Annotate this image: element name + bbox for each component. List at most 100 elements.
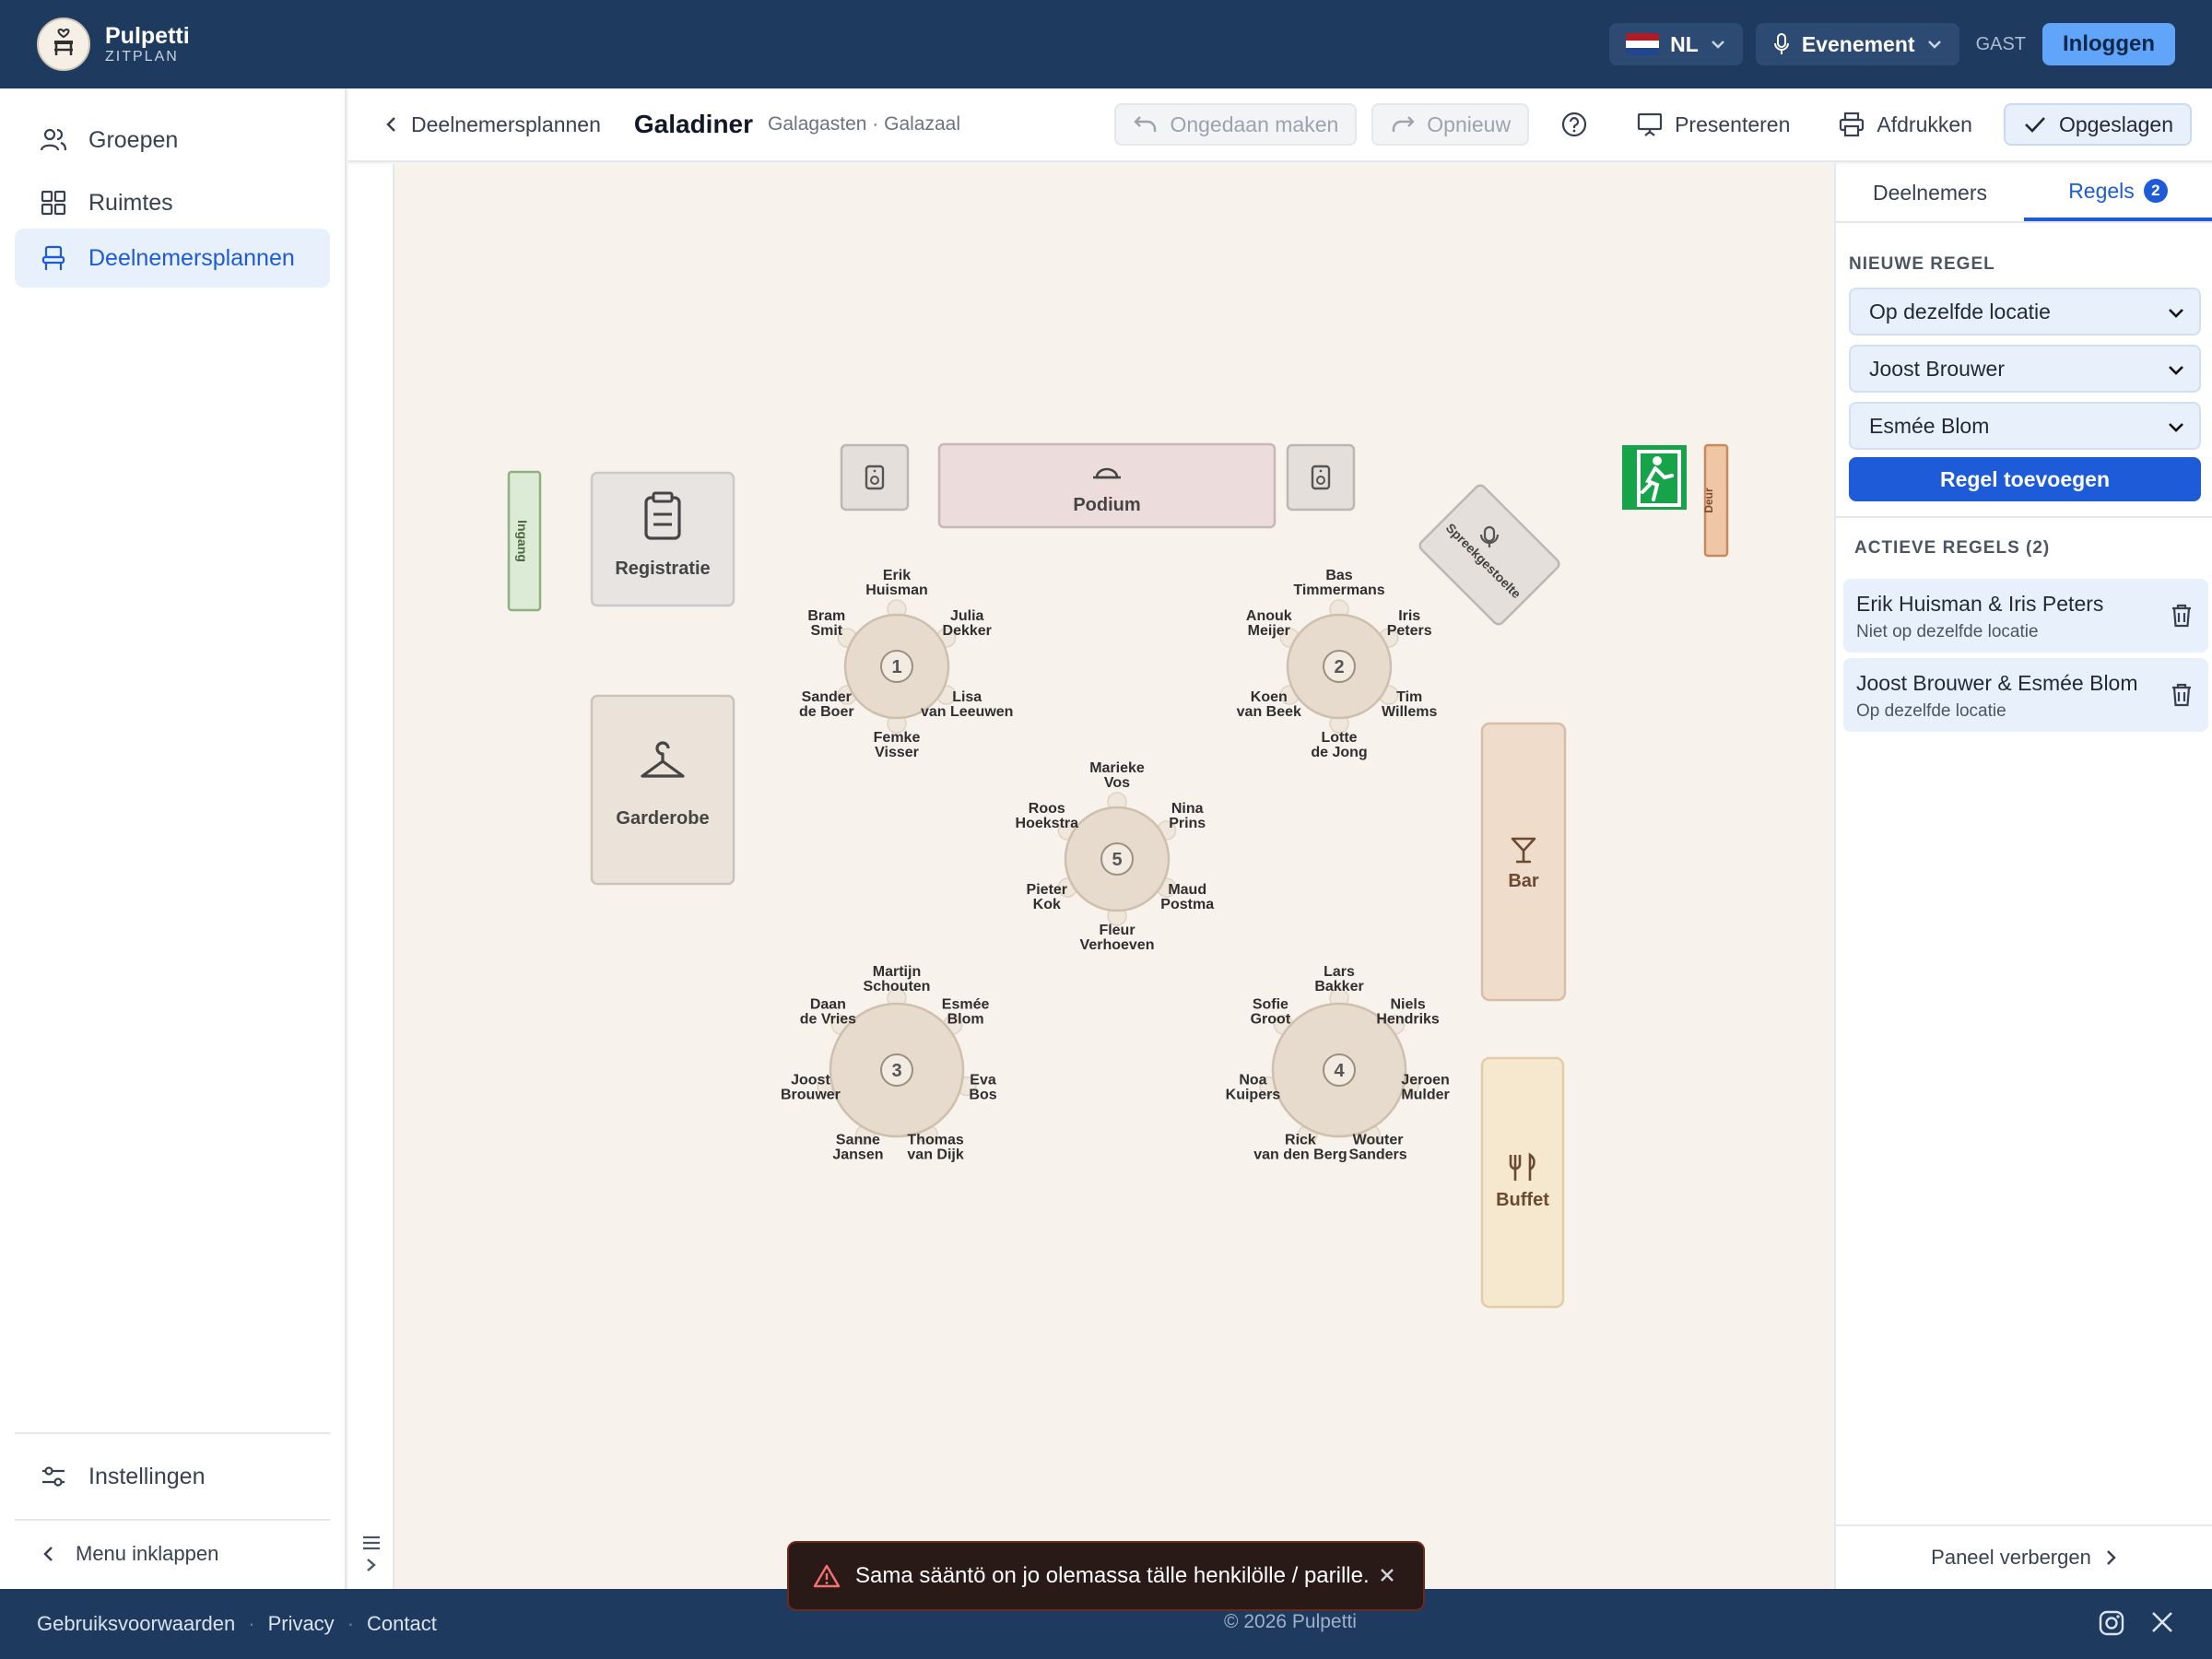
help-button[interactable] xyxy=(1544,103,1605,146)
collapse-menu-button[interactable]: Menu inklappen xyxy=(15,1535,330,1572)
tab-participants[interactable]: Deelnemers xyxy=(1836,164,2024,221)
undo-button[interactable]: Ongedaan maken xyxy=(1114,103,1358,146)
stage-fixture[interactable]: Podium xyxy=(937,442,1277,529)
rule-type-value: Op dezelfde locatie xyxy=(1869,299,2051,324)
guest-name[interactable]: Bram Smit xyxy=(807,608,845,639)
collapse-menu-label: Menu inklappen xyxy=(76,1542,219,1565)
language-label: NL xyxy=(1670,31,1699,56)
round-table[interactable]: 2Bas TimmermansIris PetersTim WillemsLotte d… xyxy=(1237,568,1438,760)
guest-name-line: Meijer xyxy=(1248,623,1290,639)
round-table[interactable]: 3 Martijn Schouten Esmée Blom Eva Bos Thomas van… xyxy=(781,964,997,1162)
rule-card: Joost Brouwer & Esmée Blom Op dezelfde l… xyxy=(1843,658,2208,732)
entrance-fixture[interactable]: Ingang xyxy=(507,470,542,612)
guest-name-line: Femke xyxy=(874,730,921,746)
x-twitter-icon[interactable] xyxy=(2149,1609,2175,1635)
brand-logo[interactable] xyxy=(37,18,90,71)
buffet-fixture[interactable]: Buffet xyxy=(1480,1056,1565,1309)
sidebar-item-groups[interactable]: Groepen xyxy=(15,111,330,170)
panel-toggle-icon[interactable] xyxy=(360,1532,382,1587)
round-table[interactable]: 1 Erik Huisman Julia Dekker Lisa van LeeuwenFe… xyxy=(799,568,1013,760)
round-table[interactable]: 5 Marieke Vos Nina Prins Maud PostmaFleur Verho… xyxy=(1016,760,1215,953)
add-rule-button[interactable]: Regel toevoegen xyxy=(1849,457,2201,501)
mode-select[interactable]: Evenement xyxy=(1755,23,1959,65)
login-button[interactable]: Inloggen xyxy=(2042,23,2175,65)
table-number: 4 xyxy=(1334,1061,1345,1081)
guest-name-line: Hoekstra xyxy=(1016,816,1079,831)
guest-name[interactable]: Sofie Groot xyxy=(1251,997,1291,1028)
lectern-fixture[interactable]: Spreekgestoelte xyxy=(1418,483,1561,627)
cloakroom-fixture[interactable]: Garderobe xyxy=(590,694,735,886)
guest-name-line: Postma xyxy=(1160,897,1214,912)
footer-link-terms[interactable]: Gebruiksvoorwaarden xyxy=(37,1612,235,1636)
rule-names: Erik Huisman & Iris Peters xyxy=(1856,592,2104,616)
emergency-exit-sign xyxy=(1622,445,1687,510)
rule-type-select[interactable]: Op dezelfde locatie xyxy=(1849,288,2201,335)
person-b-select[interactable]: Esmée Blom xyxy=(1849,402,2201,450)
guest-name[interactable]: Sander de Boer xyxy=(799,689,854,720)
guest-name[interactable]: Erik Huisman xyxy=(865,568,928,598)
guest-name-line: Jansen xyxy=(832,1147,883,1162)
guest-name[interactable]: Pieter Kok xyxy=(1027,882,1067,912)
guest-name[interactable]: Wouter Sanders xyxy=(1349,1132,1407,1162)
floorplan-canvas[interactable]: Ingang Registratie Garderobe Podium Spre… xyxy=(394,164,1832,1589)
trash-icon[interactable] xyxy=(2170,603,2194,629)
guest-name[interactable]: Niels Hendriks xyxy=(1376,997,1440,1028)
guest-name[interactable]: Iris Peters xyxy=(1387,608,1432,639)
table-number: 5 xyxy=(1112,850,1122,870)
back-to-plans-link[interactable]: Deelnemersplannen xyxy=(385,112,601,137)
users-icon xyxy=(40,128,67,151)
trash-icon[interactable] xyxy=(2170,682,2194,708)
panel-divider xyxy=(1836,516,2212,518)
guest-name[interactable]: Daan de Vries xyxy=(800,997,856,1028)
guest-name-line: Smit xyxy=(810,623,842,639)
sidebar-item-rooms[interactable]: Ruimtes xyxy=(15,173,330,232)
redo-button[interactable]: Opnieuw xyxy=(1371,103,1530,146)
chevron-right-icon xyxy=(2106,1550,2116,1565)
footer-link-privacy[interactable]: Privacy xyxy=(268,1612,335,1636)
guest-name[interactable]: Martijn Schouten xyxy=(864,964,931,994)
guest-name[interactable]: Bas Timmermans xyxy=(1293,568,1384,598)
speaker-left[interactable] xyxy=(840,443,910,512)
guest-name[interactable]: Eva Bos xyxy=(969,1073,996,1103)
close-icon[interactable] xyxy=(1377,1565,1397,1585)
person-a-select[interactable]: Joost Brouwer xyxy=(1849,345,2201,393)
speaker-right[interactable] xyxy=(1286,443,1356,512)
guest-name[interactable]: Sanne Jansen xyxy=(832,1132,883,1162)
sidebar-item-settings[interactable]: Instellingen xyxy=(15,1447,330,1506)
door-fixture[interactable]: Deur xyxy=(1702,443,1729,558)
page-subtitle: Galagasten · Galazaal xyxy=(768,113,960,135)
instagram-icon[interactable] xyxy=(2098,1609,2125,1637)
chevron-down-icon xyxy=(1927,41,1941,49)
guest-name[interactable]: Lotte de Jong xyxy=(1311,730,1367,760)
guest-name[interactable]: Maud Postma xyxy=(1160,882,1214,912)
round-table[interactable]: 4 Lars Bakker Niels Hendriks Jeroen Mulder Wout… xyxy=(1226,964,1450,1162)
registration-desk[interactable]: Registratie xyxy=(590,471,735,607)
hide-panel-button[interactable]: Paneel verbergen xyxy=(1836,1524,2212,1589)
saved-status-button[interactable]: Opgeslagen xyxy=(2003,103,2192,146)
language-select[interactable]: NL xyxy=(1609,23,1743,65)
guest-name[interactable]: Thomas van Dijk xyxy=(907,1132,963,1162)
guest-name[interactable]: Fleur Verhoeven xyxy=(1080,923,1155,953)
bar-fixture[interactable]: Bar xyxy=(1480,722,1567,1002)
tab-label: Regels xyxy=(2068,178,2135,203)
guest-name[interactable]: Lars Bakker xyxy=(1314,964,1363,994)
sidebar-item-seating-plans[interactable]: Deelnemersplannen xyxy=(15,229,330,288)
guest-name-line: Sander xyxy=(802,689,852,705)
tab-rules[interactable]: Regels 2 xyxy=(2024,164,2212,221)
guest-name[interactable]: Marieke Vos xyxy=(1089,760,1145,791)
footer-link-contact[interactable]: Contact xyxy=(367,1612,437,1636)
guest-name-line: van Dijk xyxy=(907,1147,963,1162)
left-tool-strip xyxy=(348,164,394,1589)
print-button[interactable]: Afdrukken xyxy=(1821,103,1989,146)
guest-name-line: Verhoeven xyxy=(1080,937,1155,953)
guest-name[interactable]: Julia Dekker xyxy=(943,608,992,639)
present-button[interactable]: Presenteren xyxy=(1619,103,1806,146)
guest-name[interactable]: Anouk Meijer xyxy=(1246,608,1292,639)
guest-name[interactable]: Jeroen Mulder xyxy=(1401,1073,1449,1103)
guest-name[interactable]: Esmée Blom xyxy=(942,997,990,1028)
guest-name-line: Peters xyxy=(1387,623,1432,639)
guest-name-line: Anouk xyxy=(1246,608,1292,624)
guest-name[interactable]: Nina Prins xyxy=(1169,801,1206,831)
guest-name[interactable]: Femke Visser xyxy=(874,730,921,760)
guest-name[interactable]: Roos Hoekstra xyxy=(1016,801,1079,831)
